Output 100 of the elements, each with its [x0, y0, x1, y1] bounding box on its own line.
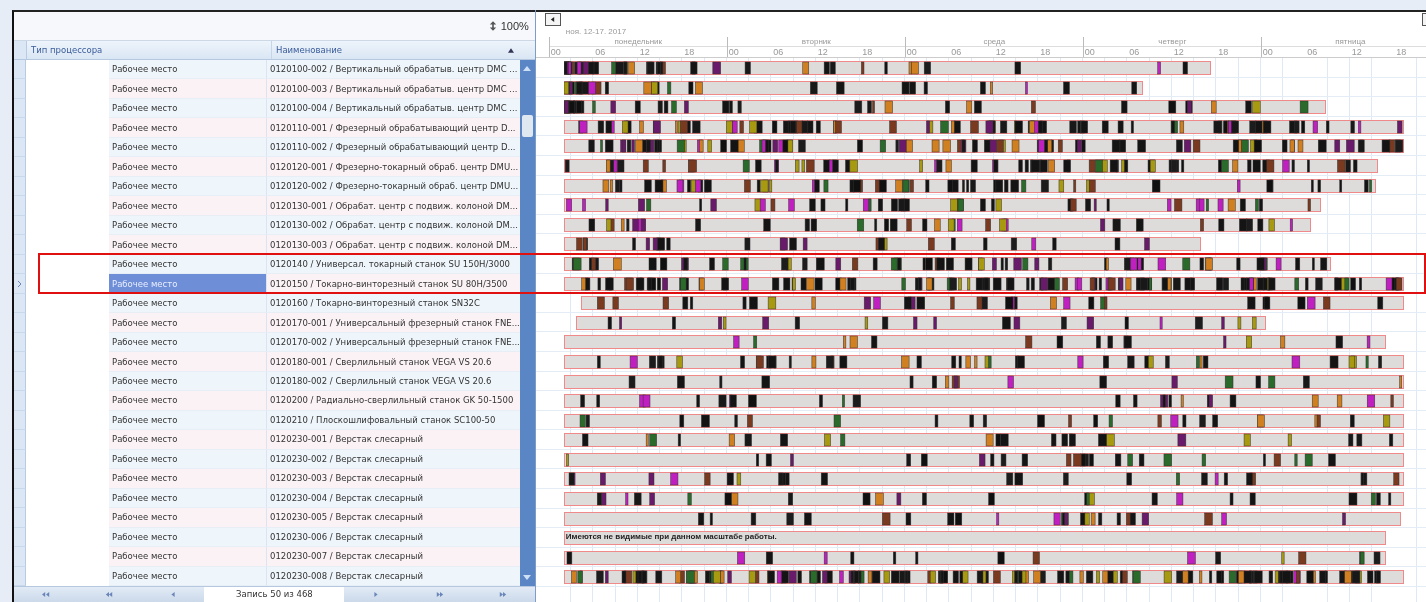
table-cell[interactable]: Рабочее место	[109, 60, 267, 80]
gantt-bar-drawing[interactable]	[563, 354, 1404, 369]
gantt-bar-drawing[interactable]	[563, 394, 1404, 409]
table-cell[interactable]: Рабочее место	[109, 196, 267, 216]
table-cell[interactable]: 0120160 / Токарно-винторезный станок SN32C	[267, 293, 520, 314]
row-header[interactable]	[14, 274, 26, 294]
table-cell[interactable]: 0120130-002 / Обрабат. центр с подвиж. колоной DM...	[267, 215, 520, 236]
gantt-bar-drawing[interactable]	[563, 374, 1404, 389]
table-cell[interactable]: 0120210 / Плоскошлифовальный станок SC100-50	[267, 410, 520, 431]
gantt-bar-drawing[interactable]	[563, 531, 1386, 546]
gantt-bar-drawing[interactable]	[563, 433, 1404, 448]
table-cell[interactable]: 0120170-002 / Универсальный фрезерный станок FNE...	[267, 332, 520, 353]
table-cell[interactable]: Рабочее место	[109, 449, 267, 470]
gantt-bar-drawing[interactable]	[580, 296, 1404, 311]
gantt-bar-drawing[interactable]	[563, 276, 1404, 291]
gantt-bar-drawing[interactable]	[563, 198, 1321, 213]
scroll-down-icon[interactable]	[523, 575, 532, 580]
gantt-bar-drawing[interactable]	[575, 315, 1266, 330]
table-cell[interactable]: 0120110-002 / Фрезерный обрабатывающий центр D...	[267, 137, 520, 158]
gantt-bar-drawing[interactable]	[563, 472, 1404, 487]
previous-button[interactable]	[544, 13, 561, 26]
column-header[interactable]: Тип процессора	[27, 41, 272, 59]
hour-label: 06	[950, 47, 963, 57]
table-cell[interactable]: 0120230-003 / Верстак слесарный	[267, 469, 520, 489]
table-cell[interactable]: Рабочее место	[109, 469, 267, 489]
double-right-icon	[499, 592, 508, 597]
table-cell[interactable]: 0120100-003 / Вертикальный обрабатыв. центр DMC ...	[267, 79, 520, 99]
zoom-level: 100%	[500, 20, 529, 32]
gantt-bar-drawing[interactable]	[563, 158, 1378, 173]
table-cell[interactable]: Рабочее место	[109, 391, 267, 411]
table-cell[interactable]: 0120230-002 / Верстак слесарный	[267, 449, 520, 470]
table-cell[interactable]: 0120140 / Универсал. токарный станок SU 150H/3000	[267, 254, 520, 275]
table-cell[interactable]: 0120180-002 / Сверлильный станок VEGA VS 20.6	[267, 371, 520, 392]
gantt-bar-drawing[interactable]	[563, 237, 1201, 252]
gantt-bar-drawing[interactable]	[563, 178, 1376, 193]
table-cell[interactable]: Рабочее место	[109, 371, 267, 392]
table-cell[interactable]: Рабочее место	[109, 254, 267, 275]
hour-label: 18	[1217, 47, 1230, 57]
hour-label: 00	[727, 47, 740, 57]
column-header[interactable]: Наименование	[272, 41, 520, 59]
gantt-bar-drawing[interactable]	[563, 492, 1404, 507]
gantt-bar-drawing[interactable]	[563, 119, 1404, 134]
table-cell[interactable]: Рабочее место	[109, 176, 267, 197]
gantt-bar-drawing[interactable]	[563, 139, 1404, 154]
gantt-bar-drawing[interactable]	[563, 550, 1386, 565]
table-cell[interactable]: 0120230-001 / Верстак слесарный	[267, 430, 520, 450]
gantt-bar-drawing[interactable]	[563, 413, 1404, 428]
gantt-bar-drawing[interactable]	[563, 217, 1311, 232]
hour-label: 00	[1083, 47, 1096, 57]
gantt-bar-drawing[interactable]	[563, 335, 1386, 350]
table-cell[interactable]: 0120230-005 / Верстак слесарный	[267, 508, 520, 528]
table-cell[interactable]: Рабочее место	[109, 157, 267, 177]
table-cell[interactable]: 0120180-001 / Сверлильный станок VEGA VS 20.6	[267, 352, 520, 372]
zoom-icon[interactable]	[488, 21, 497, 31]
scroll-thumb[interactable]	[521, 115, 533, 137]
table-cell[interactable]: 0120200 / Радиально-сверлильный станок GK 50-1500	[267, 391, 520, 411]
table-cell[interactable]: Рабочее место	[109, 508, 267, 528]
table-cell[interactable]: Рабочее место	[109, 332, 267, 353]
table-cell[interactable]: Рабочее место	[109, 410, 267, 431]
table-cell[interactable]: 0120230-004 / Верстак слесарный	[267, 488, 520, 509]
table-cell[interactable]: Рабочее место	[109, 79, 267, 99]
table-cell[interactable]: Рабочее место	[109, 215, 267, 236]
day-label: понедельник	[549, 37, 727, 47]
gantt-bar-drawing[interactable]	[563, 452, 1404, 467]
gantt-bar-drawing[interactable]	[563, 256, 1331, 271]
hour-label: 06	[1128, 47, 1141, 57]
table-cell[interactable]: Рабочее место	[109, 352, 267, 372]
table-cell[interactable]: 0120150 / Токарно-винторезный станок SU 80H/3500	[267, 274, 520, 294]
gantt-bar-drawing[interactable]	[563, 61, 1211, 75]
table-cell[interactable]: Рабочее место	[109, 566, 267, 587]
hour-label: 12	[1350, 47, 1363, 57]
gantt-bar-drawing[interactable]	[563, 100, 1326, 115]
day-label: среда	[905, 37, 1083, 47]
table-cell[interactable]: Рабочее место	[109, 98, 267, 119]
scroll-up-icon[interactable]	[523, 66, 532, 71]
table-cell[interactable]: Рабочее место	[109, 235, 267, 255]
table-cell[interactable]: 0120230-008 / Верстак слесарный	[267, 566, 520, 587]
table-cell[interactable]: Рабочее место	[109, 118, 267, 138]
table-cell[interactable]: Рабочее место	[109, 137, 267, 158]
gantt-bar-drawing[interactable]	[563, 80, 1143, 95]
table-cell[interactable]: 0120120-002 / Фрезерно-токарный обраб. центр DMU...	[267, 176, 520, 197]
gantt-bar-drawing[interactable]	[563, 511, 1401, 526]
table-cell[interactable]: 0120230-006 / Верстак слесарный	[267, 527, 520, 548]
table-cell[interactable]: 0120130-003 / Обрабат. центр с подвиж. колоной DM...	[267, 235, 520, 255]
table-cell[interactable]: Рабочее место	[109, 430, 267, 450]
record-counter: Запись 50 из 468	[204, 587, 345, 602]
table-cell[interactable]: Рабочее место	[109, 313, 267, 333]
day-label: четверг	[1083, 37, 1261, 47]
table-cell[interactable]: 0120120-001 / Фрезерно-токарный обраб. центр DMU...	[267, 157, 520, 177]
table-cell[interactable]: 0120230-007 / Верстак слесарный	[267, 547, 520, 567]
table-cell[interactable]: 0120100-002 / Вертикальный обрабатыв. центр DMC ...	[267, 60, 520, 80]
table-cell[interactable]: 0120170-001 / Универсальный фрезерный станок FNE...	[267, 313, 520, 333]
table-cell[interactable]: 0120110-001 / Фрезерный обрабатывающий центр D...	[267, 118, 520, 138]
gantt-bar-drawing[interactable]	[563, 570, 1404, 585]
table-cell[interactable]: 0120130-001 / Обрабат. центр с подвиж. колоной DM...	[267, 196, 520, 216]
table-cell[interactable]: 0120100-004 / Вертикальный обрабатыв. центр DMC ...	[267, 98, 520, 119]
table-cell[interactable]: Рабочее место	[109, 488, 267, 509]
table-cell[interactable]: Рабочее место	[109, 293, 267, 314]
table-cell[interactable]: Рабочее место	[109, 527, 267, 548]
table-cell[interactable]: Рабочее место	[109, 547, 267, 567]
